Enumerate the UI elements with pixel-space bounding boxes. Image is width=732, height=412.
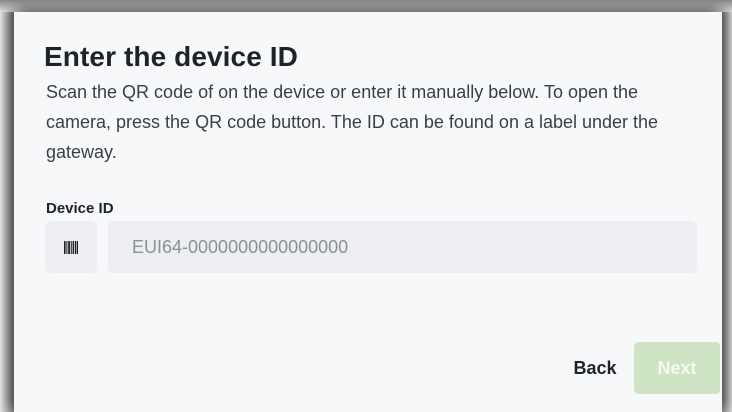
dialog-description: Scan the QR code of on the device or ent…	[46, 82, 659, 162]
back-button[interactable]: Back	[568, 351, 622, 385]
scan-qr-button[interactable]	[45, 221, 97, 273]
device-id-input[interactable]	[108, 221, 697, 273]
next-button[interactable]: Next	[634, 342, 720, 394]
dialog-title: Enter the device ID	[44, 41, 298, 72]
barcode-icon	[64, 240, 78, 254]
device-id-label: Device ID	[46, 200, 114, 217]
left-shadow-edge	[0, 12, 14, 412]
right-shadow-edge	[722, 12, 732, 412]
device-id-dialog: Enter the device ID Scan the QR code of …	[14, 12, 722, 412]
